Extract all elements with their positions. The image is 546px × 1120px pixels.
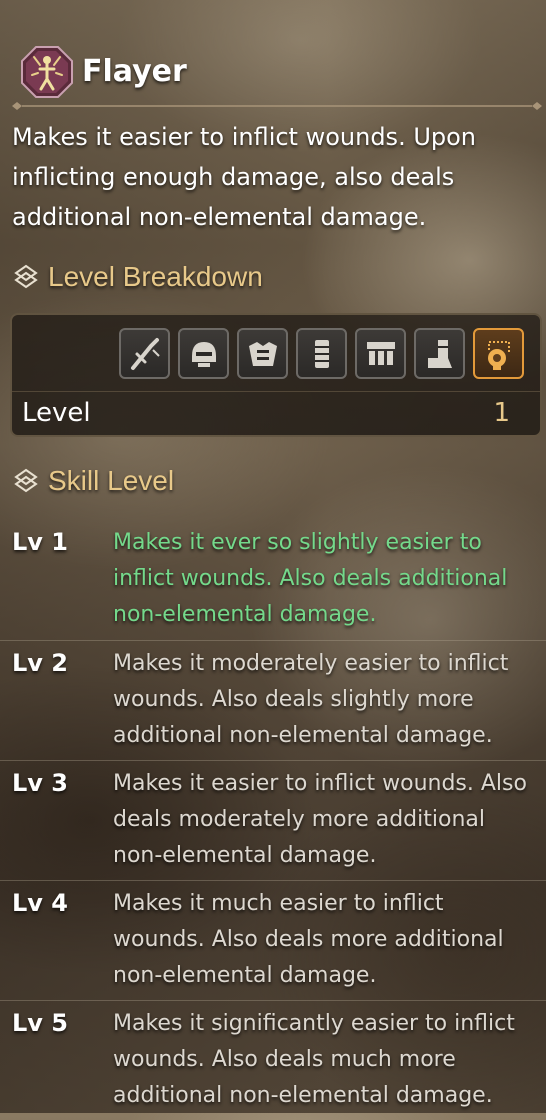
list-item: Lv 1 Makes it ever so slightly easier to… xyxy=(0,520,546,640)
skill-diamond-icon xyxy=(14,264,38,289)
leg-armor-icon xyxy=(427,339,452,368)
waist-armor-icon xyxy=(366,341,395,365)
list-item: Lv 3 Makes it easier to inflict wounds. … xyxy=(0,760,546,880)
chest-armor-icon xyxy=(248,341,277,366)
level-number: Lv 3 xyxy=(12,769,68,797)
skill-description: Makes it easier to inflict wounds. Upon … xyxy=(12,123,477,231)
list-item: Lv 4 Makes it much easier to inflict wou… xyxy=(0,880,546,1000)
skill-title: Flayer xyxy=(82,54,187,89)
arm-slot[interactable] xyxy=(296,328,347,379)
level-total-row: Level 1 xyxy=(12,391,540,434)
level-number: Lv 5 xyxy=(12,1009,68,1037)
talisman-icon xyxy=(487,340,510,370)
header-divider xyxy=(12,102,542,110)
leg-slot[interactable] xyxy=(414,328,465,379)
level-description: Makes it much easier to inflict wounds. … xyxy=(113,891,504,988)
level-value: 1 xyxy=(493,398,510,428)
chest-slot[interactable] xyxy=(237,328,288,379)
skill-diamond-icon xyxy=(14,468,38,493)
talisman-slot[interactable] xyxy=(473,328,524,379)
level-description: Makes it easier to inflict wounds. Also … xyxy=(113,771,527,868)
skill-detail-panel: Flayer Makes it easier to inflict wounds… xyxy=(0,0,546,1113)
helm-slot[interactable] xyxy=(178,328,229,379)
level-description: Makes it ever so slightly easier to infl… xyxy=(113,530,508,627)
level-description: Makes it moderately easier to inflict wo… xyxy=(113,651,509,748)
level-number: Lv 2 xyxy=(12,649,68,677)
list-item: Lv 5 Makes it significantly easier to in… xyxy=(0,1000,546,1120)
skill-level-heading: Skill Level xyxy=(12,461,174,501)
skill-level-list: Lv 1 Makes it ever so slightly easier to… xyxy=(0,520,546,1120)
helm-icon xyxy=(191,341,216,367)
level-number: Lv 1 xyxy=(12,528,68,556)
level-description: Makes it significantly easier to inflict… xyxy=(113,1011,515,1108)
weapon-icon xyxy=(130,337,160,370)
level-breakdown-panel: Level 1 xyxy=(10,313,542,437)
arm-armor-icon xyxy=(314,339,329,368)
flayer-skill-icon xyxy=(21,46,73,98)
weapon-slot[interactable] xyxy=(119,328,170,379)
equipment-slots xyxy=(119,328,524,379)
level-number: Lv 4 xyxy=(12,889,68,917)
level-breakdown-label: Level Breakdown xyxy=(48,261,263,292)
level-label: Level xyxy=(22,398,91,428)
skill-level-label: Skill Level xyxy=(48,465,175,496)
waist-slot[interactable] xyxy=(355,328,406,379)
level-breakdown-heading: Level Breakdown xyxy=(12,257,263,297)
list-item: Lv 2 Makes it moderately easier to infli… xyxy=(0,640,546,760)
